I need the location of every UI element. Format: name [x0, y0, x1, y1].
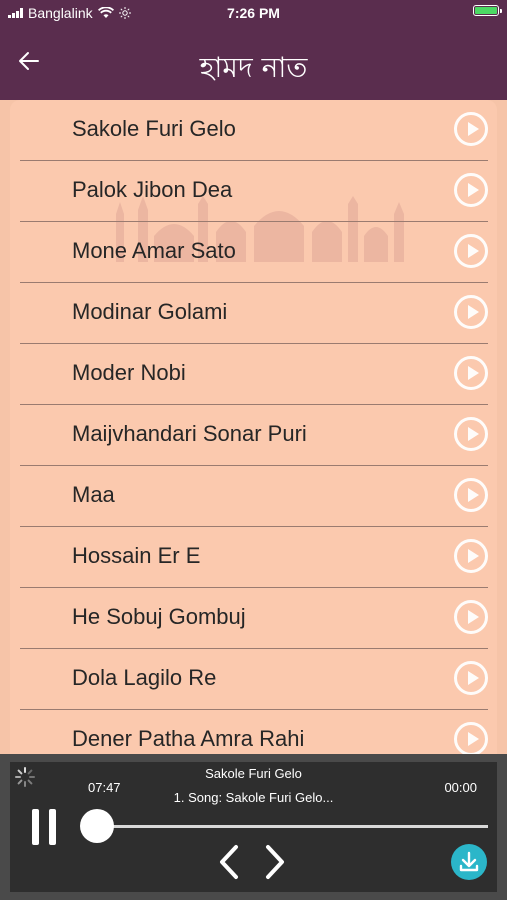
song-title: Hossain Er E [72, 543, 201, 568]
remaining-time: 00:00 [444, 780, 477, 795]
list-item[interactable]: He Sobuj Gombuj [20, 588, 488, 649]
song-title: Sakole Furi Gelo [72, 116, 236, 141]
player-controls: Sakole Furi Gelo 07:47 1. Song: Sakole F… [10, 762, 497, 892]
song-title: He Sobuj Gombuj [72, 604, 246, 629]
mini-player: Sakole Furi Gelo 07:47 1. Song: Sakole F… [0, 754, 507, 900]
page-title: হামদ নাত [199, 51, 308, 84]
status-time: 7:26 PM [227, 5, 280, 21]
chevron-left-icon [220, 845, 238, 879]
list-item[interactable]: Dola Lagilo Re [20, 649, 488, 710]
list-item[interactable]: Maa [20, 466, 488, 527]
download-icon [459, 851, 479, 872]
song-title: Mone Amar Sato [72, 238, 236, 263]
song-list: Sakole Furi Gelo Palok Jibon Dea Mone Am… [20, 100, 488, 755]
list-item[interactable]: Mone Amar Sato [20, 222, 488, 283]
now-playing-subtitle: 1. Song: Sakole Furi Gelo... [173, 790, 334, 805]
seek-thumb[interactable] [80, 809, 114, 843]
seek-bar[interactable] [96, 825, 488, 828]
play-circle-icon[interactable] [454, 417, 488, 451]
song-title: Maijvhandari Sonar Puri [72, 421, 307, 446]
chevron-right-icon [266, 845, 284, 879]
status-bar: Banglalink 7:26 PM [0, 0, 507, 26]
play-circle-icon[interactable] [454, 661, 488, 695]
play-circle-icon[interactable] [454, 112, 488, 146]
status-right [473, 5, 502, 16]
list-item[interactable]: Moder Nobi [20, 344, 488, 405]
header-bar: হামদ নাত [0, 26, 507, 100]
battery-icon [473, 5, 502, 16]
play-circle-icon[interactable] [454, 234, 488, 268]
song-title: Dola Lagilo Re [72, 665, 217, 690]
pause-icon [32, 809, 39, 845]
play-circle-icon[interactable] [454, 600, 488, 634]
pause-button[interactable] [30, 809, 58, 845]
song-list-panel: Sakole Furi Gelo Palok Jibon Dea Mone Am… [10, 100, 497, 755]
song-title: Dener Patha Amra Rahi [72, 726, 305, 751]
play-circle-icon[interactable] [454, 478, 488, 512]
play-circle-icon[interactable] [454, 356, 488, 390]
song-title: Palok Jibon Dea [72, 177, 233, 202]
song-title: Modinar Golami [72, 299, 228, 324]
list-item[interactable]: Dener Patha Amra Rahi [20, 710, 488, 755]
now-playing-title: Sakole Furi Gelo [205, 766, 302, 781]
list-item[interactable]: Palok Jibon Dea [20, 161, 488, 222]
play-circle-icon[interactable] [454, 173, 488, 207]
song-title: Moder Nobi [72, 360, 186, 385]
play-circle-icon[interactable] [454, 295, 488, 329]
previous-button[interactable] [216, 844, 242, 880]
download-button[interactable] [451, 844, 487, 880]
song-title: Maa [72, 482, 115, 507]
list-item[interactable]: Modinar Golami [20, 283, 488, 344]
list-item[interactable]: Maijvhandari Sonar Puri [20, 405, 488, 466]
list-item[interactable]: Sakole Furi Gelo [20, 100, 488, 161]
list-item[interactable]: Hossain Er E [20, 527, 488, 588]
next-button[interactable] [262, 844, 288, 880]
play-circle-icon[interactable] [454, 539, 488, 573]
play-circle-icon[interactable] [454, 722, 488, 755]
